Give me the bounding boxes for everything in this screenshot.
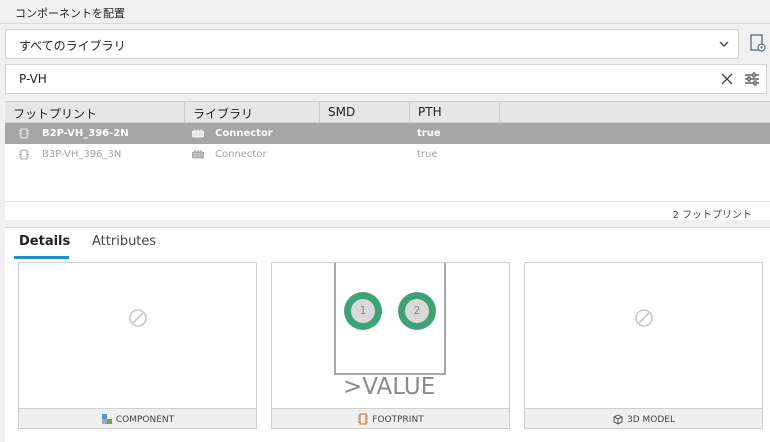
search-input-value: P-VH [19,72,47,86]
search-input[interactable]: P-VH [5,64,767,94]
table-row[interactable]: B3P-VH_396_3N Connector true [5,144,770,165]
no-image-icon [635,309,653,327]
model-preview: 3D MODEL [524,262,763,429]
connector-icon [192,150,204,159]
active-tab-indicator [14,256,69,259]
pad-label: 2 [405,299,429,323]
footprint-icon [19,149,29,160]
chevron-down-icon [719,41,729,47]
window-title: コンポーネントを配置 [15,7,125,20]
component-preview: COMPONENT [18,262,257,429]
filter-sliders-icon[interactable] [744,72,760,86]
component-preview-label: COMPONENT [115,415,175,425]
tab-attributes[interactable]: Attributes [92,234,156,249]
result-count: 2 フットプリント [672,210,752,221]
footprint-icon [358,413,369,425]
cell-pth: true [417,128,441,139]
column-header-library[interactable]: ライブラリ [185,102,320,123]
window-titlebar: コンポーネントを配置 [0,0,770,24]
component-preview-footer[interactable]: COMPONENT [19,408,256,428]
footprint-pad-1: 1 [344,292,382,330]
close-icon[interactable] [720,72,734,86]
footprint-pad-2: 2 [398,292,436,330]
column-header-smd[interactable]: SMD [320,102,410,123]
connector-icon [192,129,204,138]
footprint-value-text: >VALUE [343,374,436,400]
cell-footprint: B2P-VH_396-2N [42,128,129,139]
no-image-icon [129,309,147,327]
cube-icon [613,414,623,425]
footprint-preview-footer[interactable]: FOOTPRINT [272,408,509,428]
footprint-preview: 1 2 >VALUE FOOTPRINT [271,262,510,429]
column-header-footprint[interactable]: フットプリント [5,102,185,123]
library-select[interactable]: すべてのライブラリ [5,29,739,59]
footprint-preview-label: FOOTPRINT [372,415,424,425]
footprint-icon [19,128,29,139]
cell-library: Connector [215,149,267,160]
cell-pth: true [417,149,438,160]
model-preview-label: 3D MODEL [627,415,675,425]
library-settings-icon[interactable] [747,33,767,53]
cell-library: Connector [215,128,273,139]
divider [5,201,770,202]
model-preview-footer[interactable]: 3D MODEL [525,408,762,428]
table-header: フットプリント ライブラリ SMD PTH [5,102,770,123]
tab-details[interactable]: Details [19,234,70,249]
footprint-table: フットプリント ライブラリ SMD PTH B2P-VH_396-2N Conn… [5,101,770,221]
table-row[interactable]: B2P-VH_396-2N Connector true [5,123,770,144]
library-select-value: すべてのライブラリ [19,39,126,53]
component-icon [101,414,112,424]
column-header-pth[interactable]: PTH [410,102,500,123]
cell-footprint: B3P-VH_396_3N [42,149,122,160]
pad-label: 1 [351,299,375,323]
